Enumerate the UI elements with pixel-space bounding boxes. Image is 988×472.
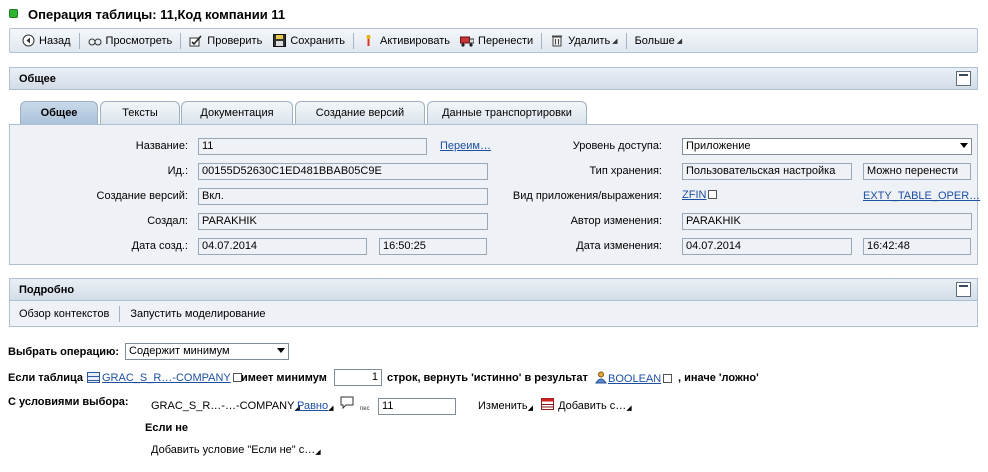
value-type-icon[interactable]: пес bbox=[340, 396, 376, 415]
save-button[interactable]: Сохранить bbox=[267, 31, 350, 51]
collapse-icon[interactable] bbox=[956, 71, 971, 86]
view-button[interactable]: Просмотреть bbox=[83, 31, 178, 51]
status-icon bbox=[9, 9, 18, 18]
with-conditions-label: С условиями выбора: bbox=[8, 396, 129, 408]
storage-type-label: Тип хранения: bbox=[589, 165, 662, 177]
toolbar-separator bbox=[541, 32, 543, 49]
storage-type-field[interactable]: Пользовательская настройка bbox=[682, 163, 852, 180]
created-date-field[interactable]: 04.07.2014 bbox=[198, 238, 367, 255]
title-bar: Операция таблицы: 11,Код компании 11 bbox=[0, 0, 988, 28]
check-button[interactable]: Проверить bbox=[184, 31, 267, 51]
tab-general[interactable]: Общее bbox=[20, 101, 98, 125]
changed-by-field[interactable]: PARAKHIK bbox=[682, 213, 972, 230]
app-label: Вид приложения/выражения: bbox=[512, 190, 662, 202]
glasses-icon bbox=[88, 34, 102, 48]
save-icon bbox=[272, 34, 286, 48]
page-title: Операция таблицы: 11,Код компании 11 bbox=[28, 7, 286, 22]
changed-on-label: Дата изменения: bbox=[576, 240, 662, 252]
condition-field[interactable]: GRAC_S_R…-…-COMPANY◢ bbox=[151, 400, 300, 412]
back-arrow-icon bbox=[21, 34, 35, 48]
context-overview-button[interactable]: Обзор контекстов bbox=[19, 308, 109, 320]
dropdown-triangle-icon: ◢ bbox=[328, 405, 334, 412]
svg-text:пес: пес bbox=[360, 406, 370, 412]
operation-select[interactable]: Содержит минимум bbox=[125, 343, 289, 360]
add-table-icon bbox=[541, 398, 554, 410]
expression-type-link[interactable]: EXTY_TABLE_OPER… bbox=[863, 190, 980, 202]
access-level-select[interactable]: Приложение bbox=[682, 138, 972, 155]
storage-transport-field[interactable]: Можно перенести bbox=[863, 163, 971, 180]
run-simulation-button[interactable]: Запустить моделирование bbox=[130, 308, 265, 320]
activate-icon bbox=[362, 34, 376, 48]
if-not-label: Если не bbox=[145, 422, 189, 434]
else-false-label: , иначе 'ложно' bbox=[678, 372, 759, 384]
versioning-field[interactable]: Вкл. bbox=[198, 188, 488, 205]
access-level-label: Уровень доступа: bbox=[572, 140, 662, 152]
rows-return-label: строк, вернуть 'истинно' в результат bbox=[387, 372, 588, 384]
value-help-icon[interactable] bbox=[708, 190, 718, 199]
id-field[interactable]: 00155D52630C1ED481BBAB05C9E bbox=[198, 163, 488, 180]
dropdown-triangle-icon: ◢ bbox=[527, 405, 534, 412]
created-by-field[interactable]: PARAKHIK bbox=[198, 213, 488, 230]
changed-date-field[interactable]: 04.07.2014 bbox=[682, 238, 852, 255]
toolbar-separator bbox=[180, 32, 182, 49]
name-label: Название: bbox=[135, 140, 188, 152]
chevron-down-icon bbox=[960, 143, 968, 148]
general-panel: Название: 11 Переим… Ид.: 00155D52630C1E… bbox=[9, 124, 980, 265]
tab-transport-data[interactable]: Данные транспортировки bbox=[427, 101, 587, 124]
created-by-label: Создал: bbox=[147, 215, 188, 227]
tab-versions[interactable]: Создание версий bbox=[295, 101, 425, 124]
activate-button[interactable]: Активировать bbox=[357, 31, 455, 51]
change-button[interactable]: Изменить◢ bbox=[478, 400, 533, 412]
condition-operator[interactable]: Равно◢ bbox=[297, 400, 334, 412]
chevron-down-icon bbox=[277, 348, 285, 353]
table-link-wrap[interactable]: GRAC_S_R…-COMPANY bbox=[87, 372, 242, 384]
result-link[interactable]: BOOLEAN bbox=[608, 373, 661, 385]
created-on-label: Дата созд.: bbox=[131, 240, 188, 252]
delete-menu-button[interactable]: Удалить ◢ bbox=[545, 31, 622, 51]
add-button[interactable]: Добавить с…◢ bbox=[541, 398, 632, 412]
main-toolbar: Назад Просмотреть Проверить Сохранить Ак… bbox=[9, 28, 978, 53]
details-section-header: Подробно bbox=[9, 278, 978, 301]
select-operation-label: Выбрать операцию: bbox=[8, 346, 120, 358]
toolbar-separator bbox=[352, 32, 354, 49]
condition-value-input[interactable]: 11 bbox=[378, 398, 456, 415]
collapse-icon[interactable] bbox=[956, 282, 971, 297]
details-toolbar: Обзор контекстов Запустить моделирование bbox=[9, 301, 978, 327]
if-table-label: Если таблица bbox=[8, 372, 84, 384]
tabstrip: Общее Тексты Документация Создание верси… bbox=[9, 101, 978, 125]
rename-link[interactable]: Переим… bbox=[440, 140, 491, 152]
table-icon bbox=[87, 372, 100, 383]
result-link-wrap[interactable]: BOOLEAN bbox=[594, 371, 673, 385]
table-link[interactable]: GRAC_S_R…-COMPANY bbox=[102, 372, 231, 384]
versioning-label: Создание версий: bbox=[96, 190, 188, 202]
name-field[interactable]: 11 bbox=[198, 138, 427, 155]
toolbar-separator bbox=[625, 32, 627, 49]
add-if-not-button[interactable]: Добавить условие "Если не" с…◢ bbox=[151, 444, 321, 456]
back-button[interactable]: Назад bbox=[16, 31, 76, 51]
changed-time-field[interactable]: 16:42:48 bbox=[863, 238, 971, 255]
dropdown-triangle-icon: ◢ bbox=[676, 37, 683, 45]
value-help-icon[interactable] bbox=[663, 374, 673, 383]
dropdown-triangle-icon: ◢ bbox=[626, 405, 632, 412]
changed-by-label: Автор изменения: bbox=[570, 215, 662, 227]
transport-button[interactable]: Перенести bbox=[455, 31, 538, 51]
tab-texts[interactable]: Тексты bbox=[100, 101, 180, 124]
person-icon bbox=[595, 371, 607, 384]
dropdown-triangle-icon: ◢ bbox=[612, 37, 618, 45]
check-icon bbox=[189, 34, 203, 48]
dropdown-triangle-icon: ◢ bbox=[315, 449, 321, 456]
trash-icon bbox=[550, 34, 564, 48]
has-min-label: имеет минимум bbox=[241, 372, 327, 384]
truck-icon bbox=[460, 34, 475, 48]
min-rows-input[interactable]: 1 bbox=[334, 369, 382, 386]
more-menu-button[interactable]: Больше ◢ bbox=[630, 31, 688, 51]
general-section-header: Общее bbox=[9, 67, 978, 90]
app-link[interactable]: ZFIN bbox=[682, 189, 718, 201]
value-comment-icon: пес bbox=[340, 396, 370, 412]
toolbar-separator bbox=[78, 32, 80, 49]
tab-documentation[interactable]: Документация bbox=[181, 101, 293, 124]
created-time-field[interactable]: 16:50:25 bbox=[379, 238, 487, 255]
toolbar-separator bbox=[119, 305, 121, 322]
id-label: Ид.: bbox=[167, 165, 188, 177]
